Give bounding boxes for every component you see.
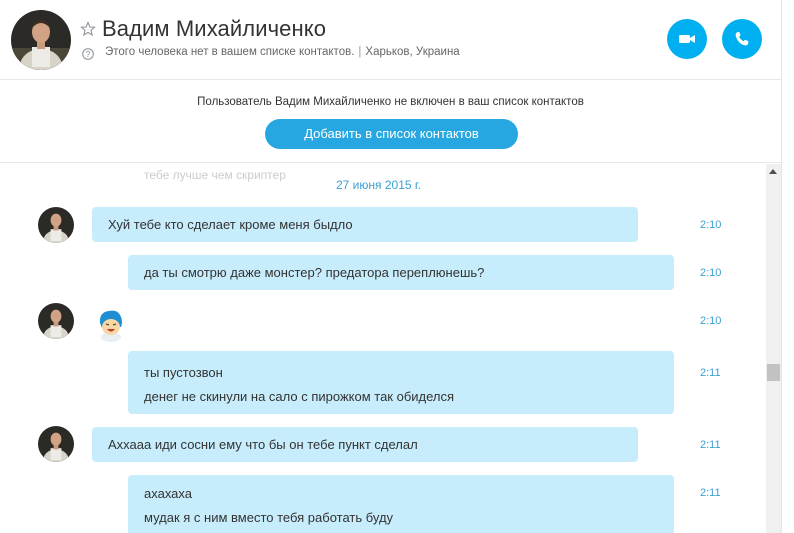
message-time: 2:11	[700, 487, 721, 499]
message-text: денег не скинули на сало с пирожком так …	[144, 389, 455, 404]
svg-text:?: ?	[86, 50, 91, 59]
message-bubble-incoming[interactable]: Хуй тебе кто сделает кроме меня быдло	[92, 207, 638, 242]
window-edge	[781, 0, 782, 533]
contact-name: Вадим Михайличенко	[102, 16, 327, 41]
favorite-star-icon[interactable]	[80, 21, 96, 37]
contact-location: Харьков, Украина	[365, 46, 460, 58]
message-bubble-outgoing[interactable]: да ты смотрю даже монстер? предатора пер…	[128, 255, 674, 290]
message-text: Хуй тебе кто сделает кроме меня быдло	[108, 217, 353, 232]
sender-avatar[interactable]	[38, 426, 74, 462]
message-text: да ты смотрю даже монстер? предатора пер…	[144, 265, 485, 280]
video-call-button[interactable]	[667, 19, 707, 59]
separator: |	[358, 46, 362, 58]
message-time: 2:10	[700, 315, 722, 327]
not-in-contacts-text: Этого человека нет в вашем списке контак…	[105, 46, 355, 58]
message-text: Аххааа иди сосни ему что бы он тебе пунк…	[108, 437, 418, 452]
sender-avatar[interactable]	[38, 303, 74, 339]
contact-avatar[interactable]	[11, 10, 71, 70]
video-camera-icon	[679, 35, 695, 43]
audio-call-button[interactable]	[722, 19, 762, 59]
date-separator: 27 июня 2015 г.	[336, 178, 422, 192]
faded-message-text: тебе лучше чем скриптер	[144, 168, 286, 182]
scroll-up-arrow-icon[interactable]	[769, 169, 777, 174]
message-bubble-outgoing[interactable]: ахахаха мудак я с ним вместо тебя работа…	[128, 475, 674, 533]
chat-history: тебе лучше чем скриптер 27 июня 2015 г. …	[0, 164, 766, 533]
message-text: ахахаха	[144, 486, 192, 501]
conversation-header: Вадим Михайличенко ? Этого человека нет …	[0, 0, 781, 80]
message-time: 2:10	[700, 267, 722, 279]
message-text: мудак я с ним вместо тебя работать буду	[144, 510, 394, 525]
message-bubble-outgoing[interactable]: ты пустозвон денег не скинули на сало с …	[128, 351, 674, 414]
laughing-emoticon-icon[interactable]	[96, 307, 126, 343]
chat-scrollbar[interactable]	[766, 164, 781, 533]
message-text: ты пустозвон	[144, 365, 223, 380]
message-time: 2:10	[700, 219, 722, 231]
scrollbar-thumb[interactable]	[767, 364, 780, 381]
message-bubble-incoming[interactable]: Аххааа иди сосни ему что бы он тебе пунк…	[92, 427, 638, 462]
add-to-contacts-button[interactable]: Добавить в список контактов	[265, 119, 518, 149]
contact-status-line: Этого человека нет в вашем списке контак…	[105, 46, 460, 58]
not-in-contacts-banner: Пользователь Вадим Михайличенко не включ…	[0, 81, 781, 163]
phone-icon	[735, 32, 749, 46]
message-time: 2:11	[700, 367, 721, 379]
sender-avatar[interactable]	[38, 207, 74, 243]
message-time: 2:11	[700, 439, 721, 451]
question-icon[interactable]: ?	[82, 47, 94, 60]
banner-text: Пользователь Вадим Михайличенко не включ…	[197, 96, 584, 108]
